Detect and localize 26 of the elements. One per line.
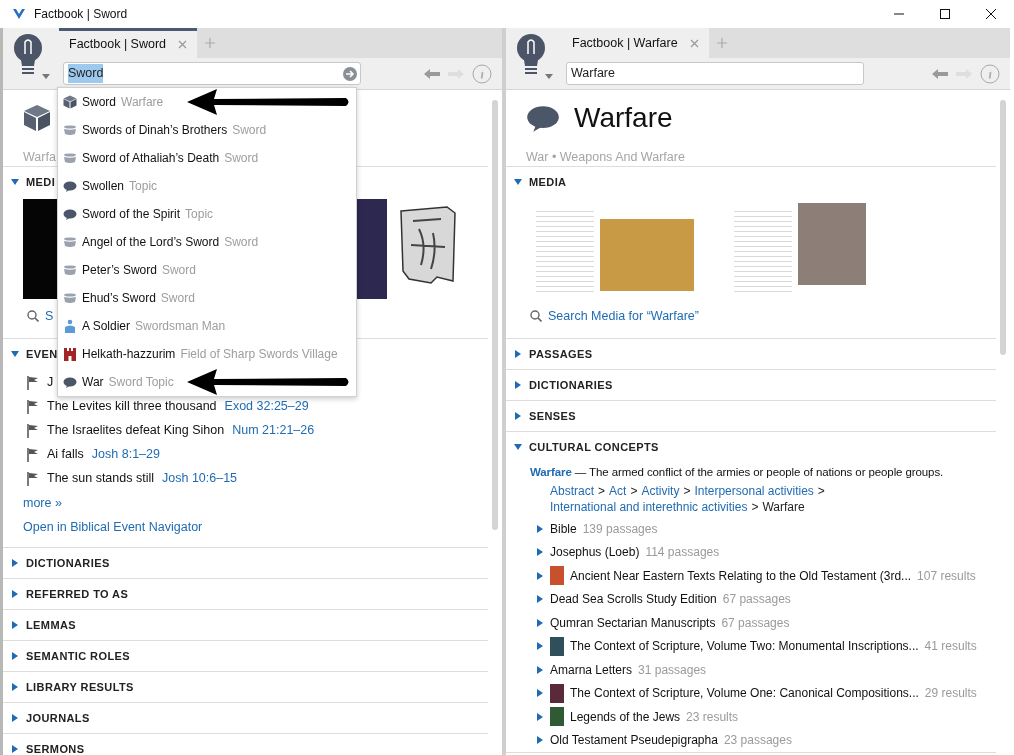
breadcrumb-subtitle: War • Weapons And Warfare bbox=[526, 149, 685, 166]
event-title: J bbox=[47, 374, 54, 392]
event-title: The sun stands still bbox=[47, 470, 154, 488]
path-separator: > bbox=[683, 483, 691, 499]
breadcrumb-subtitle: Warfa bbox=[23, 149, 56, 166]
path-separator: > bbox=[598, 483, 606, 499]
event-title: The Israelites defeat King Sihon bbox=[47, 422, 225, 440]
result-count: 23 results bbox=[686, 708, 739, 726]
result-count: 31 passages bbox=[638, 661, 707, 679]
result-count: 23 passages bbox=[723, 732, 792, 750]
result-count: 29 results bbox=[924, 685, 977, 703]
current-concept: Warfare bbox=[762, 499, 805, 515]
path-separator: > bbox=[630, 483, 638, 499]
window-title: Factbook | Sword bbox=[34, 6, 128, 23]
result-count: 67 passages bbox=[721, 614, 790, 632]
page-title: Warfare bbox=[574, 104, 673, 132]
result-count: 67 passages bbox=[722, 591, 791, 609]
path-separator: > bbox=[751, 499, 759, 515]
result-count: 41 results bbox=[924, 638, 977, 656]
event-title: Ai falls bbox=[47, 446, 84, 464]
result-count: 114 passages bbox=[645, 544, 720, 562]
definition-text: Warfare — The armed conflict of the armies or people of nations or people groups. bbox=[529, 464, 945, 480]
result-count: 107 results bbox=[917, 567, 976, 585]
path-separator: > bbox=[817, 483, 825, 499]
event-title: The Levites kill three thousand bbox=[47, 398, 217, 416]
result-count: 139 passages bbox=[582, 520, 658, 538]
